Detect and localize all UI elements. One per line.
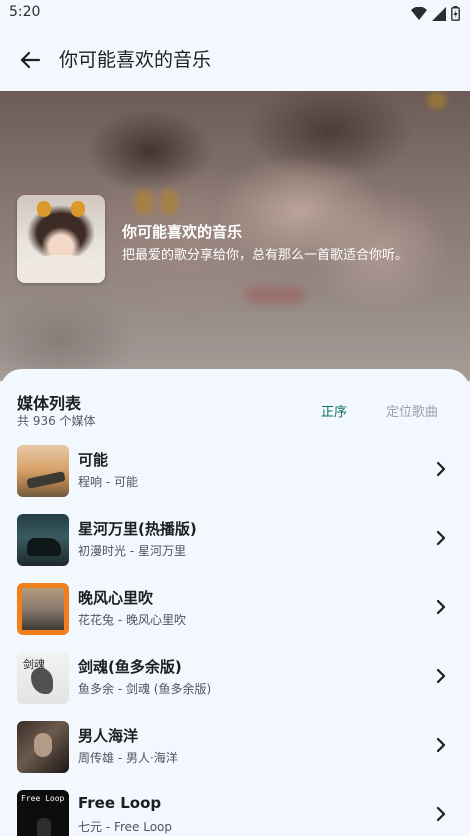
cover-art-shape bbox=[26, 471, 66, 489]
status-time: 5:20 bbox=[9, 4, 41, 20]
arrow-left-icon bbox=[20, 51, 41, 69]
media-list-title: 媒体列表 bbox=[17, 394, 82, 413]
playlist-title: 你可能喜欢的音乐 bbox=[122, 223, 243, 241]
chevron-right-icon[interactable] bbox=[432, 805, 450, 823]
cover-art-shape bbox=[34, 733, 52, 757]
cover-ear-left bbox=[37, 201, 51, 217]
song-title: 剑魂(鱼多余版) bbox=[78, 658, 182, 676]
status-icons bbox=[411, 6, 460, 21]
playlist-description: 把最爱的歌分享给你，总有那么一首歌适合你听。 bbox=[122, 248, 409, 263]
song-artist: 鱼多余 - 剑魂 (鱼多余版) bbox=[78, 682, 212, 696]
chevron-right-icon[interactable] bbox=[432, 598, 450, 616]
cover-text: Free Loop bbox=[21, 794, 65, 803]
cover-sweater bbox=[17, 255, 105, 283]
locate-song-button[interactable]: 定位歌曲 bbox=[378, 397, 446, 424]
media-list-sheet: 媒体列表 共 936 个媒体 正序 定位歌曲 可能 程响 - 可能 星河万里(热… bbox=[0, 369, 470, 836]
media-count: 共 936 个媒体 bbox=[17, 414, 96, 428]
song-item[interactable]: 星河万里(热播版) 初漫时光 - 星河万里 bbox=[0, 507, 470, 576]
song-item[interactable]: 晚风心里吹 花花兔 - 晚风心里吹 bbox=[0, 576, 470, 645]
song-item[interactable]: 可能 程响 - 可能 bbox=[0, 438, 470, 507]
cover-art-shape bbox=[27, 538, 61, 556]
song-cover: 剑魂 bbox=[17, 652, 69, 704]
status-bar: 5:20 bbox=[0, 0, 470, 28]
cover-art-shape bbox=[37, 818, 51, 836]
playlist-cover[interactable] bbox=[17, 195, 105, 283]
song-title: 可能 bbox=[78, 451, 109, 469]
song-title: 晚风心里吹 bbox=[78, 589, 154, 607]
song-item[interactable]: Free Loop Free Loop 七元 - Free Loop bbox=[0, 783, 470, 836]
song-item[interactable]: 剑魂 剑魂(鱼多余版) 鱼多余 - 剑魂 (鱼多余版) bbox=[0, 645, 470, 714]
song-artist: 周传雄 - 男人·海洋 bbox=[78, 751, 178, 765]
cover-art-shape bbox=[22, 588, 64, 630]
wifi-icon bbox=[411, 6, 427, 20]
order-button[interactable]: 正序 bbox=[313, 397, 355, 424]
song-cover bbox=[17, 721, 69, 773]
back-button[interactable] bbox=[14, 44, 46, 76]
song-title: 星河万里(热播版) bbox=[78, 520, 197, 538]
song-cover: Free Loop bbox=[17, 790, 69, 836]
cover-ear-right bbox=[71, 201, 85, 217]
page-title: 你可能喜欢的音乐 bbox=[59, 49, 212, 71]
chevron-right-icon[interactable] bbox=[432, 667, 450, 685]
song-artist: 初漫时光 - 星河万里 bbox=[78, 544, 186, 558]
song-artist: 花花兔 - 晚风心里吹 bbox=[78, 613, 186, 627]
song-cover bbox=[17, 583, 69, 635]
cover-art-shape bbox=[31, 668, 53, 694]
chevron-right-icon[interactable] bbox=[432, 736, 450, 754]
song-artist: 七元 - Free Loop bbox=[78, 820, 173, 834]
song-item[interactable]: 男人海洋 周传雄 - 男人·海洋 bbox=[0, 714, 470, 783]
chevron-right-icon[interactable] bbox=[432, 529, 450, 547]
chevron-right-icon[interactable] bbox=[432, 460, 450, 478]
app-bar: 你可能喜欢的音乐 bbox=[0, 28, 470, 91]
song-title: 男人海洋 bbox=[78, 727, 139, 745]
song-cover bbox=[17, 514, 69, 566]
song-title: Free Loop bbox=[78, 794, 162, 812]
song-cover bbox=[17, 445, 69, 497]
song-artist: 程响 - 可能 bbox=[78, 475, 138, 489]
signal-icon bbox=[432, 6, 446, 21]
battery-icon bbox=[451, 6, 460, 21]
